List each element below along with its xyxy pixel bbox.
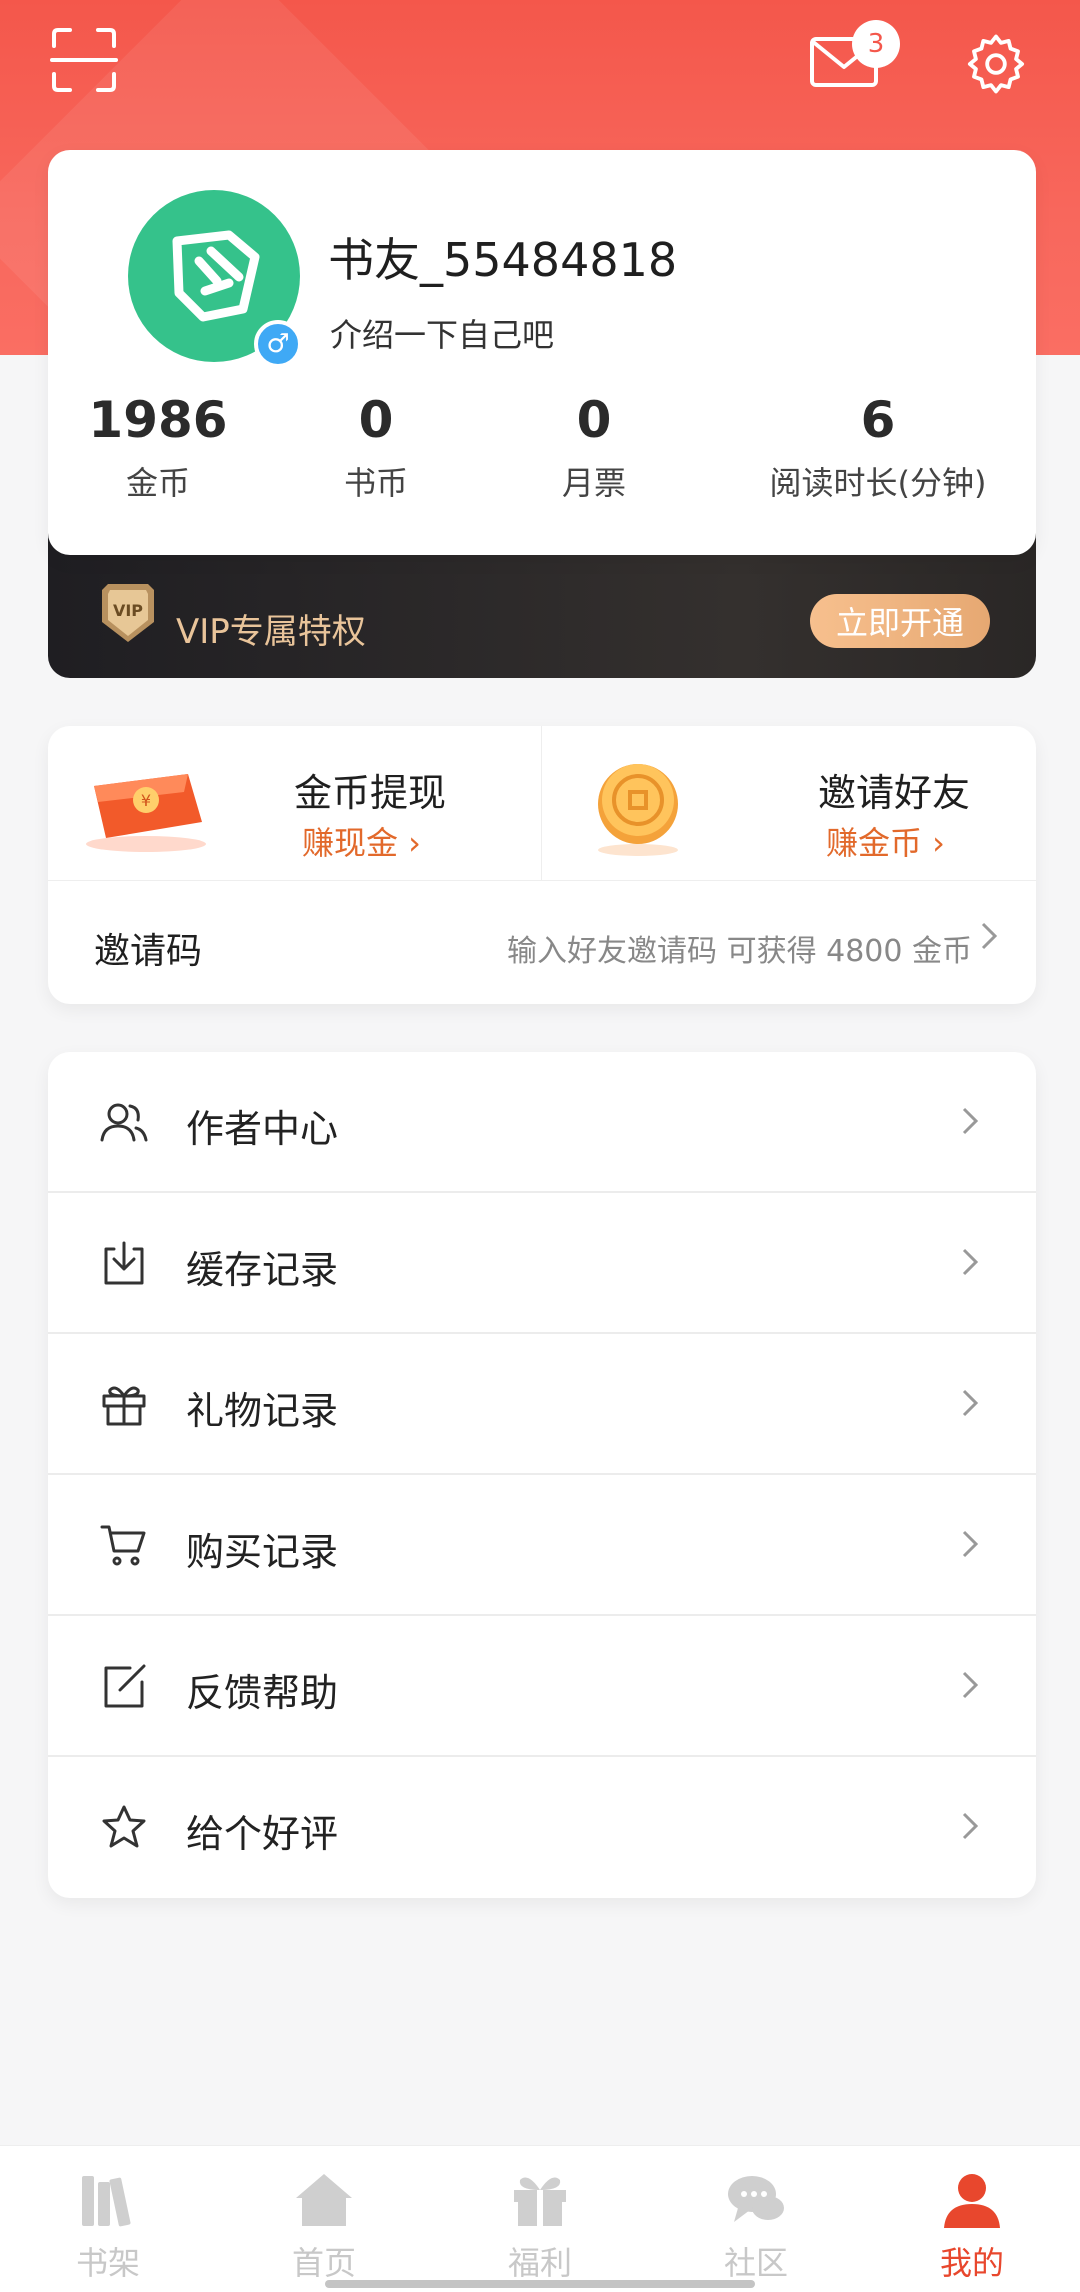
chevron-right-icon: [962, 1107, 978, 1135]
bottom-tab-bar: 书架 首页 福利 社区 我的: [0, 2145, 1080, 2292]
menu-card: 作者中心 缓存记录 礼物记录 购买记录 反馈帮助 给个好评: [48, 1052, 1036, 1898]
chevron-right-icon: [962, 1389, 978, 1417]
scan-icon[interactable]: [48, 24, 120, 96]
stat-coins[interactable]: 1986 金币: [78, 390, 238, 504]
stat-monthly-tickets[interactable]: 0 月票: [514, 390, 674, 504]
menu-item-rate-app[interactable]: 给个好评: [48, 1757, 1036, 1898]
gift-icon: [514, 2177, 566, 2226]
invite-title: 邀请好友: [818, 771, 971, 815]
tab-bookshelf[interactable]: 书架: [0, 2146, 216, 2292]
tab-label: 首页: [291, 2244, 356, 2282]
red-envelope-icon: ¥: [86, 774, 206, 852]
person-icon: [944, 2174, 1000, 2228]
chevron-right-icon: [962, 1812, 978, 1840]
bookshelf-icon: [82, 2176, 131, 2227]
vip-open-button[interactable]: 立即开通: [810, 594, 990, 648]
tab-label: 我的: [939, 2244, 1004, 2282]
stat-reading-time[interactable]: 6 阅读时长(分钟): [748, 390, 1008, 504]
vip-privilege-text: VIP专属特权: [176, 612, 366, 652]
stat-label: 书币: [343, 464, 408, 502]
menu-label: 作者中心: [186, 1107, 339, 1151]
svg-text:¥: ¥: [141, 791, 151, 810]
chevron-right-icon: [962, 1248, 978, 1276]
stat-label: 月票: [561, 464, 626, 502]
menu-label: 给个好评: [186, 1812, 339, 1856]
home-indicator: [325, 2280, 755, 2288]
earn-card: ¥ 金币提现 赚现金 › 邀请好友 赚金币 › 邀请码 输入好友邀请码 可获得 …: [48, 726, 1036, 1004]
edit-icon: [100, 1662, 150, 1712]
stat-value: 0: [576, 391, 612, 449]
menu-label: 缓存记录: [186, 1248, 339, 1292]
svg-text:VIP: VIP: [113, 601, 143, 620]
invite-friends-entry[interactable]: 邀请好友 赚金币 ›: [542, 726, 1036, 880]
invite-code-label[interactable]: 邀请码: [94, 922, 202, 974]
user-bio[interactable]: 介绍一下自己吧: [330, 310, 554, 356]
gift-icon: [100, 1380, 150, 1430]
withdraw-title: 金币提现: [294, 771, 447, 815]
download-icon: [100, 1239, 150, 1289]
chevron-right-icon: [962, 1530, 978, 1558]
user-group-icon: [100, 1098, 150, 1148]
withdraw-coins-entry[interactable]: ¥ 金币提现 赚现金 ›: [48, 726, 542, 880]
stat-value: 0: [358, 391, 394, 449]
invite-code-hint[interactable]: 输入好友邀请码 可获得 4800 金币: [507, 926, 972, 970]
unread-badge: 3: [852, 20, 900, 68]
tab-home[interactable]: 首页: [216, 2146, 432, 2292]
withdraw-subtitle: 赚现金 ›: [302, 824, 421, 862]
tab-label: 福利: [507, 2244, 572, 2282]
menu-label: 礼物记录: [186, 1389, 339, 1433]
tab-label: 社区: [723, 2244, 788, 2282]
tab-mine[interactable]: 我的: [864, 2146, 1080, 2292]
menu-item-purchase-records[interactable]: 购买记录: [48, 1475, 1036, 1616]
menu-label: 购买记录: [186, 1530, 339, 1574]
chevron-right-icon: [980, 920, 998, 960]
chevron-right-icon: [962, 1671, 978, 1699]
menu-item-gift-records[interactable]: 礼物记录: [48, 1334, 1036, 1475]
stat-value: 6: [860, 391, 896, 449]
gear-icon[interactable]: [960, 28, 1032, 100]
gender-male-icon: ♂: [254, 320, 302, 368]
stat-value: 1986: [88, 391, 228, 449]
menu-label: 反馈帮助: [186, 1671, 339, 1715]
stat-book-coins[interactable]: 0 书币: [296, 390, 456, 504]
menu-item-feedback-help[interactable]: 反馈帮助: [48, 1616, 1036, 1757]
vip-badge-icon: VIP: [100, 582, 156, 644]
tab-label: 书架: [75, 2244, 140, 2282]
invite-subtitle: 赚金币 ›: [826, 824, 945, 862]
gold-coin-icon: [598, 764, 678, 856]
menu-item-author-center[interactable]: 作者中心: [48, 1052, 1036, 1193]
chat-icon: [728, 2176, 784, 2222]
stat-label: 阅读时长(分钟): [769, 464, 987, 502]
tab-community[interactable]: 社区: [648, 2146, 864, 2292]
stat-label: 金币: [125, 464, 190, 502]
username[interactable]: 书友_55484818: [328, 224, 677, 290]
profile-card: ♂ 书友_55484818 介绍一下自己吧 1986 金币 0 书币 0 月票 …: [48, 150, 1036, 555]
cart-icon: [100, 1521, 150, 1571]
menu-item-cache-records[interactable]: 缓存记录: [48, 1193, 1036, 1334]
tab-welfare[interactable]: 福利: [432, 2146, 648, 2292]
earn-divider-horizontal: [48, 880, 1036, 881]
home-icon: [296, 2174, 352, 2226]
star-icon: [100, 1803, 150, 1853]
